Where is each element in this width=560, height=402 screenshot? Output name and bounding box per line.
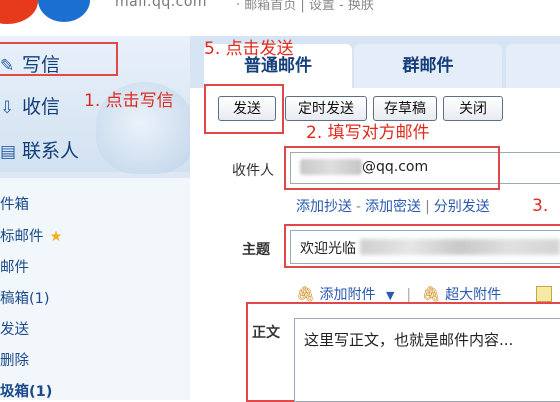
cc-links: 添加抄送 - 添加密送 | 分别发送 — [296, 196, 490, 216]
separator: | — [406, 287, 412, 303]
folder-item-spam[interactable]: 圾箱(1) — [0, 380, 52, 401]
inbox-icon: ⇩ — [0, 98, 15, 118]
close-button[interactable]: 关闭 — [443, 96, 503, 121]
annotation-step-3: 3. — [532, 196, 549, 216]
top-links[interactable]: · 邮箱首页 | 设置 - 换肤 — [236, 0, 374, 13]
folder-item-deleted[interactable]: 删除 — [0, 349, 29, 370]
separator: | — [425, 199, 430, 215]
body-value: 这里写正文，也就是邮件内容... — [304, 331, 514, 349]
folder-item-sent[interactable]: 发送 — [0, 318, 29, 339]
star-icon: ★ — [49, 229, 63, 245]
folder-item[interactable]: 邮件 — [0, 256, 29, 277]
sidebar-item-contacts[interactable]: ▤ 联系人 — [0, 136, 79, 163]
contacts-label: 联系人 — [22, 140, 80, 162]
compose-highlight-box — [0, 42, 118, 76]
recipient-highlight-box — [284, 146, 500, 190]
annotation-step-1: 1. 点击写信 — [84, 91, 174, 111]
separate-send-link[interactable]: 分别发送 — [434, 199, 490, 215]
chevron-down-icon[interactable]: ▼ — [380, 289, 400, 302]
add-cc-link[interactable]: 添加抄送 — [296, 199, 352, 215]
folder-label: 标邮件 — [0, 229, 44, 245]
inbox-label: 收信 — [22, 96, 61, 118]
paperclip-icon: 🖇 — [296, 285, 316, 303]
paperclip-icon: 🖇 — [421, 285, 441, 303]
send-highlight-box — [204, 84, 284, 134]
tab-more[interactable] — [506, 44, 560, 88]
tab-group-mail[interactable]: 群邮件 — [354, 44, 502, 88]
separator: - — [356, 199, 362, 215]
attachment-bar: 🖇 添加附件 ▼ | 🖇 超大附件 — [296, 284, 501, 304]
sidebar-item-inbox[interactable]: ⇩ 收信 — [0, 92, 60, 119]
annotation-step-5: 5. 点击发送 — [204, 39, 294, 59]
annotation-step-2: 2. 填写对方邮件 — [306, 123, 430, 143]
stationery-icon[interactable] — [536, 286, 552, 302]
recipient-label: 收件人 — [232, 163, 274, 179]
subject-highlight-box — [284, 224, 560, 268]
logo-text: mail.qq.com — [115, 0, 208, 10]
folder-item-starred[interactable]: 标邮件 ★ — [0, 225, 63, 246]
large-attachment-link[interactable]: 超大附件 — [445, 287, 501, 303]
add-bcc-link[interactable]: 添加密送 — [365, 199, 421, 215]
body-label: 正文 — [252, 325, 280, 341]
folder-item[interactable]: 件箱 — [0, 193, 29, 214]
add-attachment-link[interactable]: 添加附件 — [320, 287, 376, 303]
subject-label: 主题 — [242, 242, 270, 258]
address-book-icon: ▤ — [0, 142, 17, 162]
folder-item-drafts[interactable]: 稿箱(1) — [0, 287, 50, 308]
